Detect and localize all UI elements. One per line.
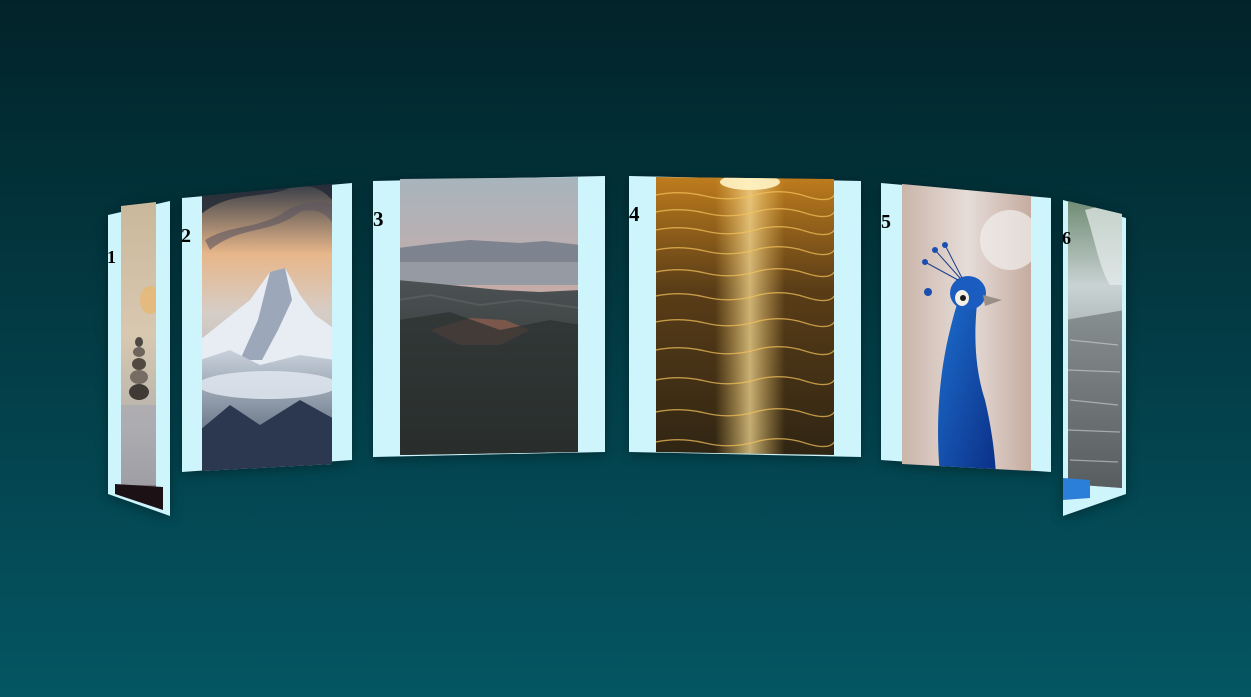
waterfall-photo xyxy=(1068,201,1122,488)
card-reflection-edge xyxy=(1063,478,1090,500)
snowy-mountain-photo xyxy=(202,184,332,471)
carousel-card-4[interactable]: 4 xyxy=(629,174,861,460)
carousel-card-2[interactable]: 2 xyxy=(181,180,352,475)
carousel-card-5[interactable]: 5 xyxy=(881,180,1051,475)
carousel-card-3[interactable]: 3 xyxy=(373,175,605,460)
carousel-card-1[interactable]: 1 xyxy=(107,195,170,516)
mountain-valley-photo xyxy=(400,177,578,455)
card-number: 6 xyxy=(1062,228,1071,248)
carousel-stage: 1 2 3 4 5 6 xyxy=(0,0,1251,697)
carousel-canvas: 1 2 3 4 5 6 xyxy=(0,0,1251,697)
carousel-card-6[interactable]: 6 xyxy=(1062,198,1126,516)
card-number: 5 xyxy=(881,211,891,233)
peacock-photo xyxy=(902,184,1031,471)
card-number: 1 xyxy=(107,247,116,267)
card-number: 2 xyxy=(181,225,191,247)
card-number: 4 xyxy=(629,202,640,226)
card-number: 3 xyxy=(373,207,384,231)
sunset-water-photo xyxy=(656,177,834,455)
